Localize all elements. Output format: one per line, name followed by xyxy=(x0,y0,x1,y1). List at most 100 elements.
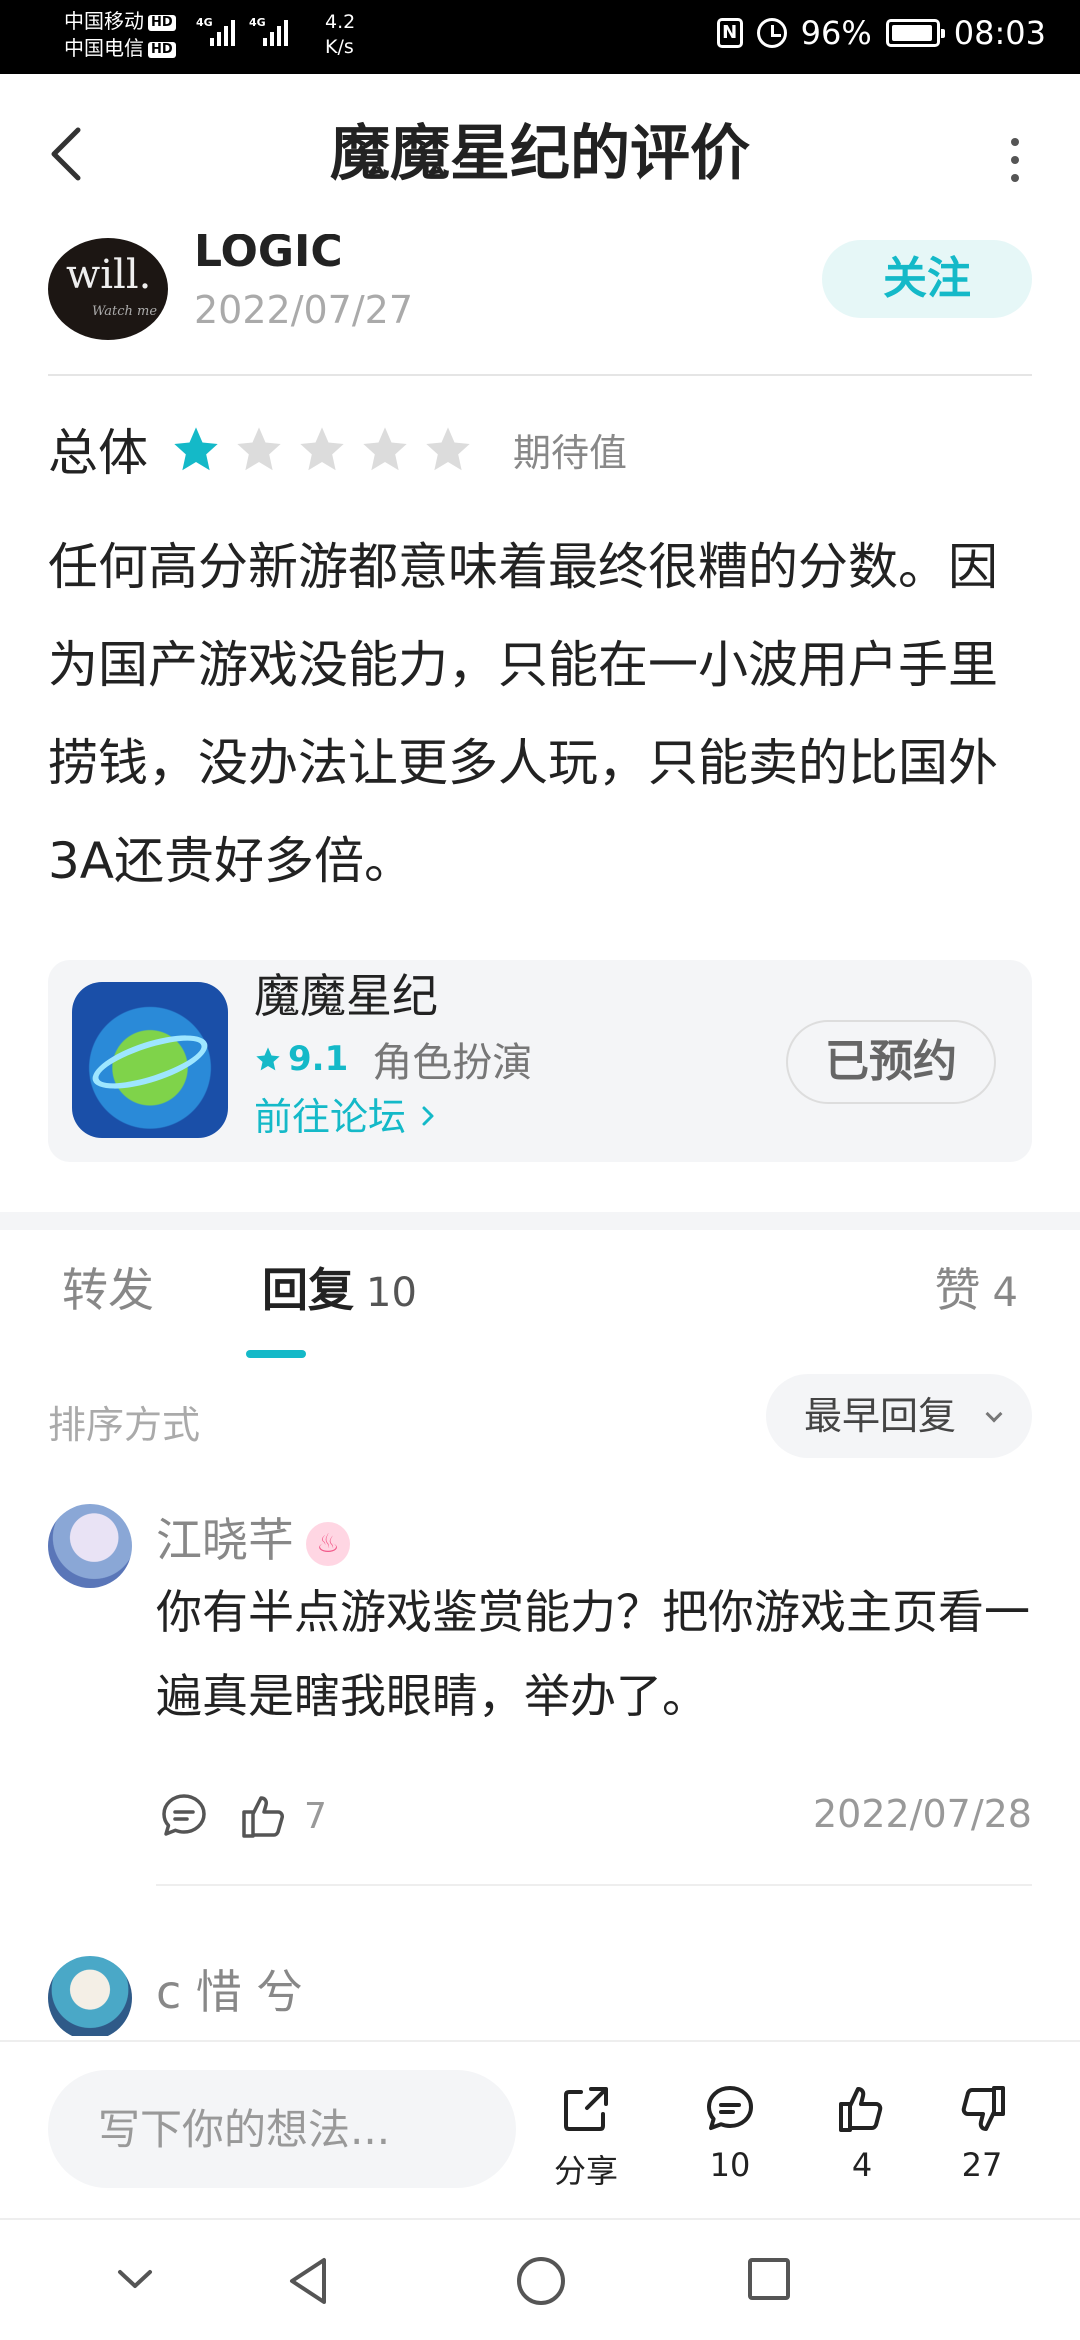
dislike-count: 27 xyxy=(961,2146,1003,2184)
game-icon[interactable] xyxy=(72,982,228,1138)
comment-count: 10 xyxy=(709,2146,751,2184)
signal-icon-1: 4G xyxy=(196,16,235,46)
game-genre: 角色扮演 xyxy=(372,1040,533,1086)
thumbs-up-icon[interactable] xyxy=(236,1788,292,1844)
nav-recents-icon[interactable] xyxy=(744,2254,794,2304)
like-count: 4 xyxy=(851,2146,873,2184)
rating-row: 总体 期待值 xyxy=(48,414,627,484)
tab-reply-count: 10 xyxy=(366,1270,417,1316)
commenter-avatar[interactable] xyxy=(48,1956,132,2036)
game-card[interactable]: 魔魔星纪 9.1 角色扮演 前往论坛 已预约 xyxy=(48,960,1032,1162)
game-score: 9.1 xyxy=(288,1039,349,1079)
nfc-icon: N xyxy=(716,18,743,48)
collapse-chevron-icon[interactable] xyxy=(110,2254,160,2304)
comment-text: 你有半点游戏鉴赏能力？把你游戏主页看一遍真是瞎我眼睛，举办了。 xyxy=(156,1585,1030,1723)
tab-forward[interactable]: 转发 xyxy=(62,1260,154,1320)
status-right: N 96% 08:03 xyxy=(716,14,1046,52)
author-name[interactable]: LOGIC xyxy=(194,234,343,280)
status-bar: 中国移动 HD 中国电信 HD 4G 4G 4.2 K/s N 96% 08:03 xyxy=(0,0,1080,74)
review-date: 2022/07/27 xyxy=(194,288,414,332)
network-speed-value: 4.2 xyxy=(325,11,356,33)
star-icon xyxy=(256,1047,280,1071)
signal-icon-2: 4G xyxy=(249,16,288,46)
page-title: 魔魔星纪的评价 xyxy=(330,119,750,189)
system-navigation-bar xyxy=(0,2218,1080,2340)
alarm-icon xyxy=(756,18,787,48)
more-dot-icon xyxy=(1011,138,1019,146)
signal-indicators: 4G 4G xyxy=(196,16,288,46)
battery-icon xyxy=(885,19,945,47)
comment-item: 江晓芊 ♨ 你有半点游戏鉴赏能力？把你游戏主页看一遍真是瞎我眼睛，举办了。 7 2… xyxy=(0,1500,1080,1890)
rating-label: 总体 xyxy=(48,424,148,482)
carrier-1: 中国移动 xyxy=(64,9,144,33)
comment-separator xyxy=(156,1884,1032,1886)
rating-hint: 期待值 xyxy=(513,430,628,475)
battery-fill xyxy=(891,25,933,41)
comment-actions: 7 xyxy=(156,1786,327,1846)
tab-bar: 转发 回复 10 赞4 xyxy=(0,1230,1080,1360)
commenter-name[interactable]: c 惜 兮 xyxy=(156,1962,303,2022)
sort-selected: 最早回复 xyxy=(804,1394,957,1438)
tab-likes[interactable]: 赞4 xyxy=(935,1260,1018,1323)
star-empty-icon xyxy=(237,427,281,471)
thumbs-up-icon xyxy=(839,2087,883,2132)
more-dot-icon xyxy=(1011,156,1019,164)
star-empty-icon xyxy=(300,427,344,471)
review-author: will. Watch me LOGIC 2022/07/27 关注 xyxy=(48,234,1032,376)
chevron-down-icon xyxy=(985,1405,1003,1423)
comment-item: c 惜 兮 xyxy=(0,1956,1080,2036)
more-dot-icon xyxy=(1011,174,1019,182)
star-rating xyxy=(170,423,485,475)
comment-date: 2022/07/28 xyxy=(812,1792,1032,1836)
chevron-right-icon xyxy=(422,1106,434,1126)
game-name: 魔魔星纪 xyxy=(254,969,438,1023)
commenter-avatar[interactable] xyxy=(48,1504,132,1588)
avatar-subtext: Watch me xyxy=(92,304,158,319)
network-speed: 4.2 K/s xyxy=(325,10,355,60)
comment-button[interactable]: 10 xyxy=(680,2080,780,2184)
dislike-button[interactable]: 27 xyxy=(932,2080,1032,2184)
tab-likes-count: 4 xyxy=(992,1270,1018,1316)
sort-label: 排序方式 xyxy=(48,1403,201,1447)
comment-icon xyxy=(707,2086,753,2130)
forum-link-label: 前往论坛 xyxy=(254,1095,407,1139)
share-button[interactable]: 分享 xyxy=(536,2080,636,2192)
sort-dropdown[interactable]: 最早回复 xyxy=(766,1374,1032,1458)
game-meta: 9.1 角色扮演 xyxy=(254,1030,532,1088)
avatar-text: will. xyxy=(66,252,152,298)
commenter-name-text: 江晓芊 xyxy=(156,1513,294,1567)
tab-reply[interactable]: 回复 10 xyxy=(262,1260,417,1323)
more-options-button[interactable] xyxy=(1010,138,1020,182)
follow-button[interactable]: 关注 xyxy=(822,240,1032,318)
navigation-bar: 魔魔星纪的评价 xyxy=(0,74,1080,234)
reply-icon[interactable] xyxy=(156,1788,212,1844)
hd-badge-2: HD xyxy=(148,41,176,58)
like-button[interactable]: 4 xyxy=(812,2080,912,2184)
commenter-name[interactable]: 江晓芊 ♨ xyxy=(156,1510,350,1570)
section-divider xyxy=(0,1212,1080,1230)
bottom-action-bar: 分享 10 4 27 xyxy=(0,2040,1080,2216)
flame-badge-icon: ♨ xyxy=(306,1521,350,1566)
comment-like-count: 7 xyxy=(304,1795,327,1837)
star-empty-icon xyxy=(363,427,407,471)
comment-input[interactable] xyxy=(48,2070,516,2188)
hd-badge-1: HD xyxy=(148,14,176,31)
reserved-button[interactable]: 已预约 xyxy=(786,1020,996,1104)
share-icon xyxy=(564,2087,608,2131)
tab-likes-label: 赞 xyxy=(934,1263,981,1317)
review-text: 任何高分新游都意味着最终很糟的分数。因为国产游戏没能力，只能在一小波用户手里捞钱… xyxy=(48,538,998,890)
author-avatar[interactable]: will. Watch me xyxy=(48,238,168,340)
battery-percent: 96% xyxy=(800,14,872,52)
clock: 08:03 xyxy=(953,14,1046,52)
tab-reply-label: 回复 xyxy=(262,1263,354,1317)
network-speed-unit: K/s xyxy=(325,36,354,58)
carrier-info: 中国移动 HD 中国电信 HD xyxy=(64,8,176,62)
nav-home-icon[interactable] xyxy=(514,2254,568,2308)
carrier-2: 中国电信 xyxy=(64,36,144,60)
forum-link[interactable]: 前往论坛 xyxy=(254,1086,438,1141)
nav-back-icon[interactable] xyxy=(284,2254,334,2308)
star-filled-icon xyxy=(174,427,218,471)
star-empty-icon xyxy=(426,427,470,471)
tab-active-indicator xyxy=(246,1350,306,1358)
share-label: 分享 xyxy=(553,2152,618,2190)
